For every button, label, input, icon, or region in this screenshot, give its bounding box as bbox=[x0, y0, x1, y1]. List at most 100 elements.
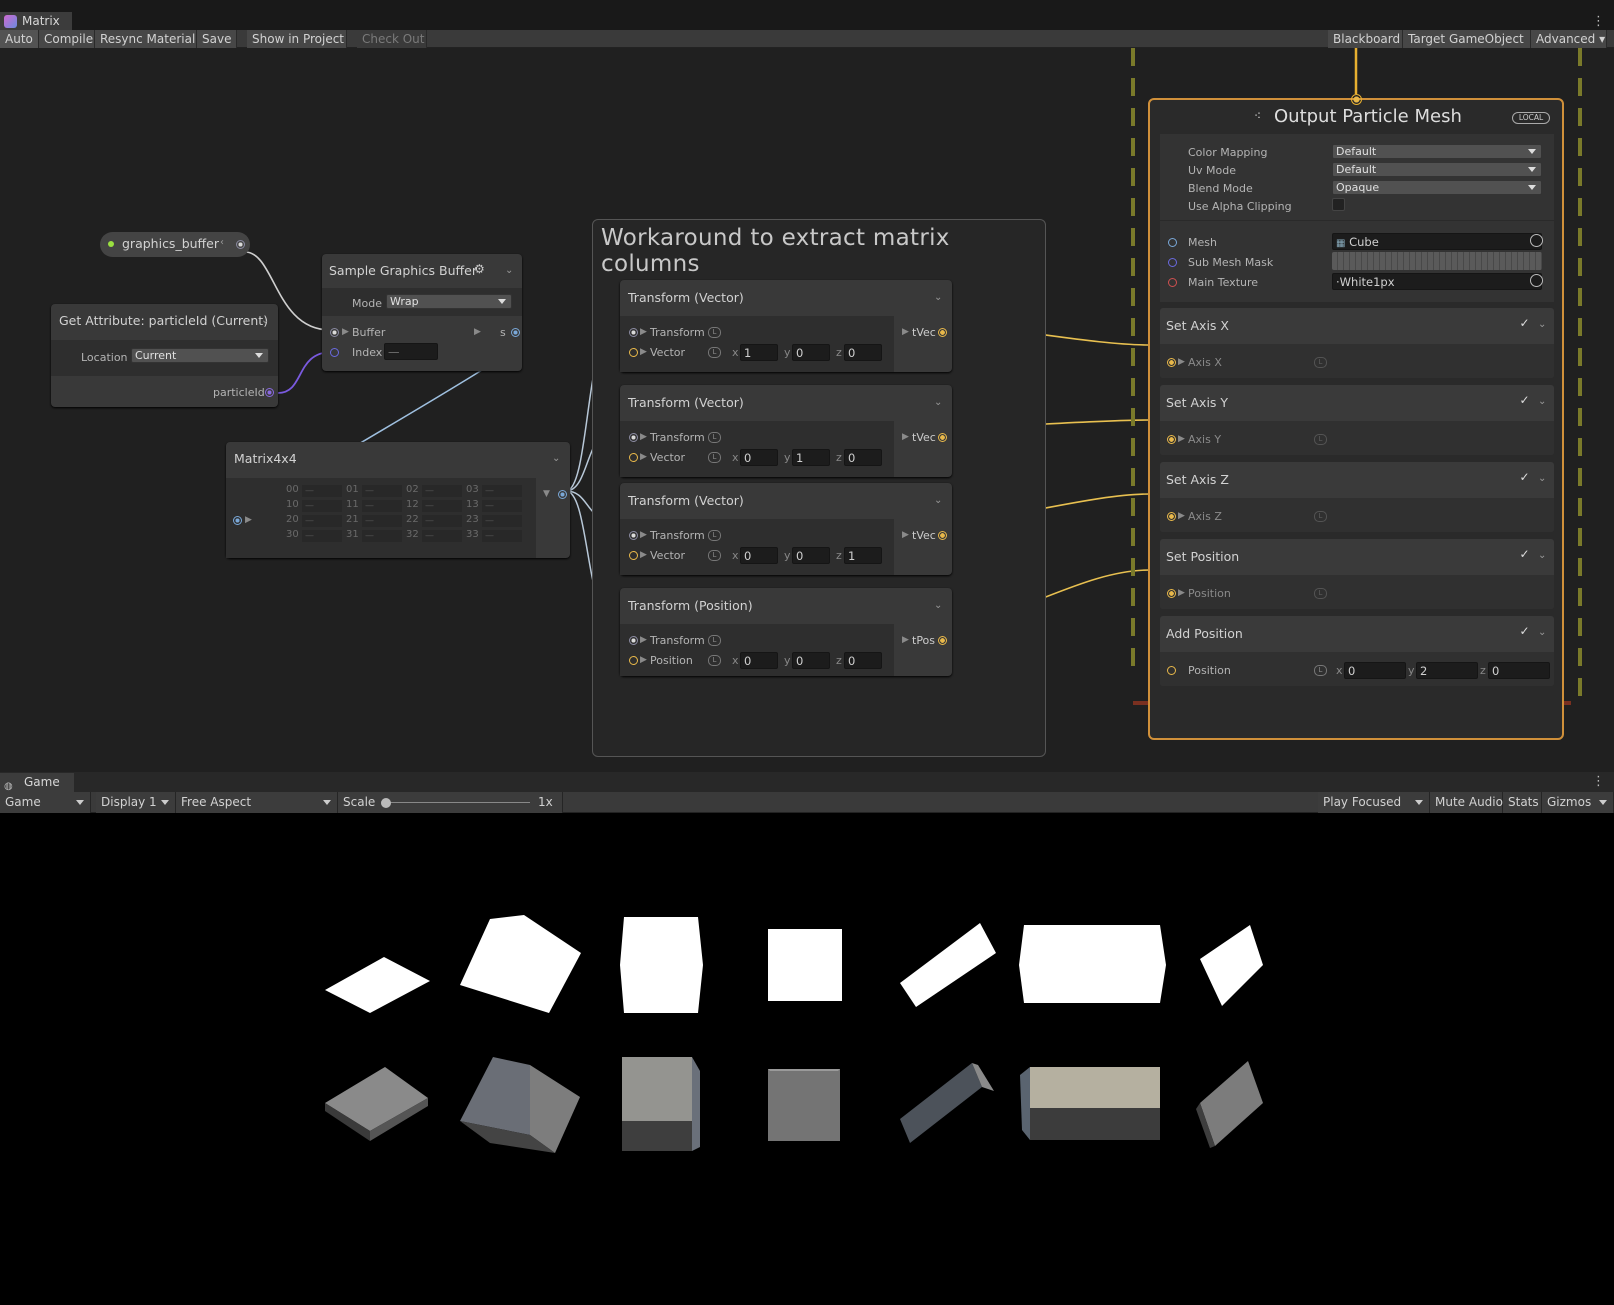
mute-audio-button[interactable]: Mute Audio bbox=[1430, 792, 1503, 813]
location-dropdown[interactable]: Current bbox=[131, 348, 269, 363]
vector-y-field[interactable]: 1 bbox=[792, 449, 830, 466]
transform-output-port[interactable] bbox=[938, 636, 947, 645]
flow-input-port[interactable] bbox=[1351, 94, 1362, 105]
space-local-icon[interactable]: L bbox=[708, 635, 721, 646]
output-arrow-icon[interactable]: ▶ bbox=[902, 530, 909, 540]
matrix-cell-field[interactable]: — bbox=[302, 485, 342, 497]
tab-matrix[interactable]: Matrix bbox=[0, 12, 72, 31]
transform-input-port[interactable] bbox=[629, 328, 638, 337]
vector-y-field[interactable]: 0 bbox=[792, 344, 830, 361]
more-options-icon[interactable]: ⋮ bbox=[1592, 12, 1605, 31]
block-input-port[interactable] bbox=[1167, 512, 1176, 521]
tab-game[interactable]: ◍ Game bbox=[0, 773, 74, 792]
vector-input-port[interactable] bbox=[629, 551, 638, 560]
blackboard-button[interactable]: Blackboard bbox=[1328, 30, 1403, 48]
expand-arrow-icon[interactable]: ▶ bbox=[640, 452, 647, 462]
expand-arrow-icon[interactable]: ▶ bbox=[1178, 588, 1185, 598]
vector-y-field[interactable]: 0 bbox=[792, 547, 830, 564]
mesh-input-port[interactable] bbox=[1168, 238, 1177, 247]
expand-arrow-icon[interactable]: ▶ bbox=[245, 515, 252, 525]
block-enabled-checkbox[interactable]: ✓ bbox=[1518, 471, 1531, 484]
space-local-icon[interactable]: L bbox=[708, 655, 721, 666]
matrix-cell-field[interactable]: — bbox=[302, 530, 342, 542]
collapse-chevron-icon[interactable]: ⌄ bbox=[1538, 550, 1546, 561]
texture-input-port[interactable] bbox=[1168, 278, 1177, 287]
output-arrow-icon[interactable]: ▼ bbox=[543, 489, 550, 499]
matrix-cell-field[interactable]: — bbox=[362, 530, 402, 542]
submesh-input-port[interactable] bbox=[1168, 258, 1177, 267]
expand-arrow-icon[interactable]: ▶ bbox=[474, 327, 481, 337]
space-local-icon[interactable]: L bbox=[1314, 665, 1327, 676]
scale-slider-track[interactable] bbox=[385, 802, 530, 803]
expand-arrow-icon[interactable]: ▶ bbox=[640, 347, 647, 357]
block-input-port[interactable] bbox=[1167, 358, 1176, 367]
position-z-field[interactable]: 0 bbox=[1488, 662, 1550, 679]
collapse-chevron-icon[interactable]: ‹ bbox=[220, 237, 224, 248]
parameter-output-port[interactable] bbox=[236, 240, 245, 249]
transform-output-port[interactable] bbox=[938, 531, 947, 540]
setting-dropdown[interactable]: Default bbox=[1332, 162, 1542, 177]
block-enabled-checkbox[interactable]: ✓ bbox=[1518, 317, 1531, 330]
compile-button[interactable]: Compile bbox=[39, 30, 95, 48]
space-badge[interactable]: LOCAL bbox=[1512, 112, 1550, 124]
sample-output-port[interactable] bbox=[511, 328, 520, 337]
vector-z-field[interactable]: 1 bbox=[844, 547, 882, 564]
position-x-field[interactable]: 0 bbox=[1344, 662, 1406, 679]
space-local-icon[interactable]: L bbox=[708, 550, 721, 561]
space-local-icon[interactable]: L bbox=[1314, 357, 1327, 368]
output-arrow-icon[interactable]: ▶ bbox=[902, 635, 909, 645]
vector-input-port[interactable] bbox=[629, 453, 638, 462]
vector-z-field[interactable]: 0 bbox=[844, 652, 882, 669]
collapse-chevron-icon[interactable]: ⌄ bbox=[1538, 473, 1546, 484]
matrix-cell-field[interactable]: — bbox=[482, 500, 522, 512]
expand-arrow-icon[interactable]: ▶ bbox=[640, 635, 647, 645]
vector-y-field[interactable]: 0 bbox=[792, 652, 830, 669]
stats-button[interactable]: Stats bbox=[1503, 792, 1542, 813]
matrix-cell-field[interactable]: — bbox=[302, 515, 342, 527]
block-input-port[interactable] bbox=[1167, 435, 1176, 444]
resync-material-button[interactable]: Resync Material bbox=[95, 30, 197, 48]
transform-input-port[interactable] bbox=[629, 636, 638, 645]
vector-x-field[interactable]: 0 bbox=[740, 547, 778, 564]
display-dropdown[interactable]: Display 1 bbox=[96, 792, 176, 813]
get-attribute-node[interactable]: Get Attribute: particleId (Current) ⌄ Lo… bbox=[51, 304, 278, 407]
more-options-icon[interactable]: ⋮ bbox=[1592, 772, 1605, 791]
context-block[interactable]: Set Axis Z ✓ ⌄ ▶ Axis Z L bbox=[1160, 462, 1554, 532]
check-out-button[interactable]: Check Out bbox=[357, 30, 427, 48]
auto-toggle[interactable]: Auto bbox=[0, 30, 39, 48]
texture-field[interactable]: ·White1px bbox=[1332, 273, 1542, 290]
space-local-icon[interactable]: L bbox=[708, 347, 721, 358]
block-enabled-checkbox[interactable]: ✓ bbox=[1518, 625, 1531, 638]
output-arrow-icon[interactable]: ▶ bbox=[902, 432, 909, 442]
vector-z-field[interactable]: 0 bbox=[844, 344, 882, 361]
save-button[interactable]: Save bbox=[197, 30, 237, 48]
expand-arrow-icon[interactable]: ▶ bbox=[640, 432, 647, 442]
matrix4x4-node[interactable]: Matrix4x4 ⌄ ▶ 00—01—02—03—10—11—12—13—20… bbox=[226, 442, 570, 558]
vector-input-port[interactable] bbox=[629, 348, 638, 357]
sample-graphics-buffer-node[interactable]: Sample Graphics Buffer ⚙ ⌄ Mode Wrap ▶ B… bbox=[322, 254, 522, 371]
transform-output-port[interactable] bbox=[938, 433, 947, 442]
mode-dropdown[interactable]: Wrap bbox=[386, 294, 512, 309]
output-particle-mesh-context[interactable]: ⁖ Output Particle Mesh LOCAL Color Mappi… bbox=[1148, 94, 1564, 740]
graphics-buffer-parameter[interactable]: graphics_buffer ‹ bbox=[100, 232, 250, 257]
space-local-icon[interactable]: L bbox=[1314, 588, 1327, 599]
context-block[interactable]: Add Position ✓ ⌄ Position Lx 0 y 2 z 0 bbox=[1160, 616, 1554, 686]
vector-z-field[interactable]: 0 bbox=[844, 449, 882, 466]
expand-arrow-icon[interactable]: ▶ bbox=[640, 550, 647, 560]
collapse-chevron-icon[interactable]: ⌄ bbox=[1538, 627, 1546, 638]
game-view-dropdown[interactable]: Game bbox=[0, 792, 91, 813]
collapse-chevron-icon[interactable]: ⌄ bbox=[1538, 396, 1546, 407]
object-picker-icon[interactable] bbox=[1530, 274, 1543, 287]
index-input-port[interactable] bbox=[330, 348, 339, 357]
expand-arrow-icon[interactable]: ▶ bbox=[1178, 434, 1185, 444]
vector-input-port[interactable] bbox=[629, 656, 638, 665]
expand-arrow-icon[interactable]: ▶ bbox=[1178, 511, 1185, 521]
matrix-cell-field[interactable]: — bbox=[362, 500, 402, 512]
space-local-icon[interactable]: L bbox=[708, 432, 721, 443]
collapse-chevron-icon[interactable]: ⌄ bbox=[934, 600, 942, 611]
matrix-cell-field[interactable]: — bbox=[362, 485, 402, 497]
transform-node[interactable]: Transform (Vector) ⌄ ▶ Transform L ▶ Vector Lx 0… bbox=[620, 385, 952, 477]
submesh-mask-bits[interactable] bbox=[1332, 252, 1542, 270]
transform-node[interactable]: Transform (Position) ⌄ ▶ Transform L ▶ Positio… bbox=[620, 588, 952, 676]
collapse-chevron-icon[interactable]: ⌄ bbox=[934, 397, 942, 408]
